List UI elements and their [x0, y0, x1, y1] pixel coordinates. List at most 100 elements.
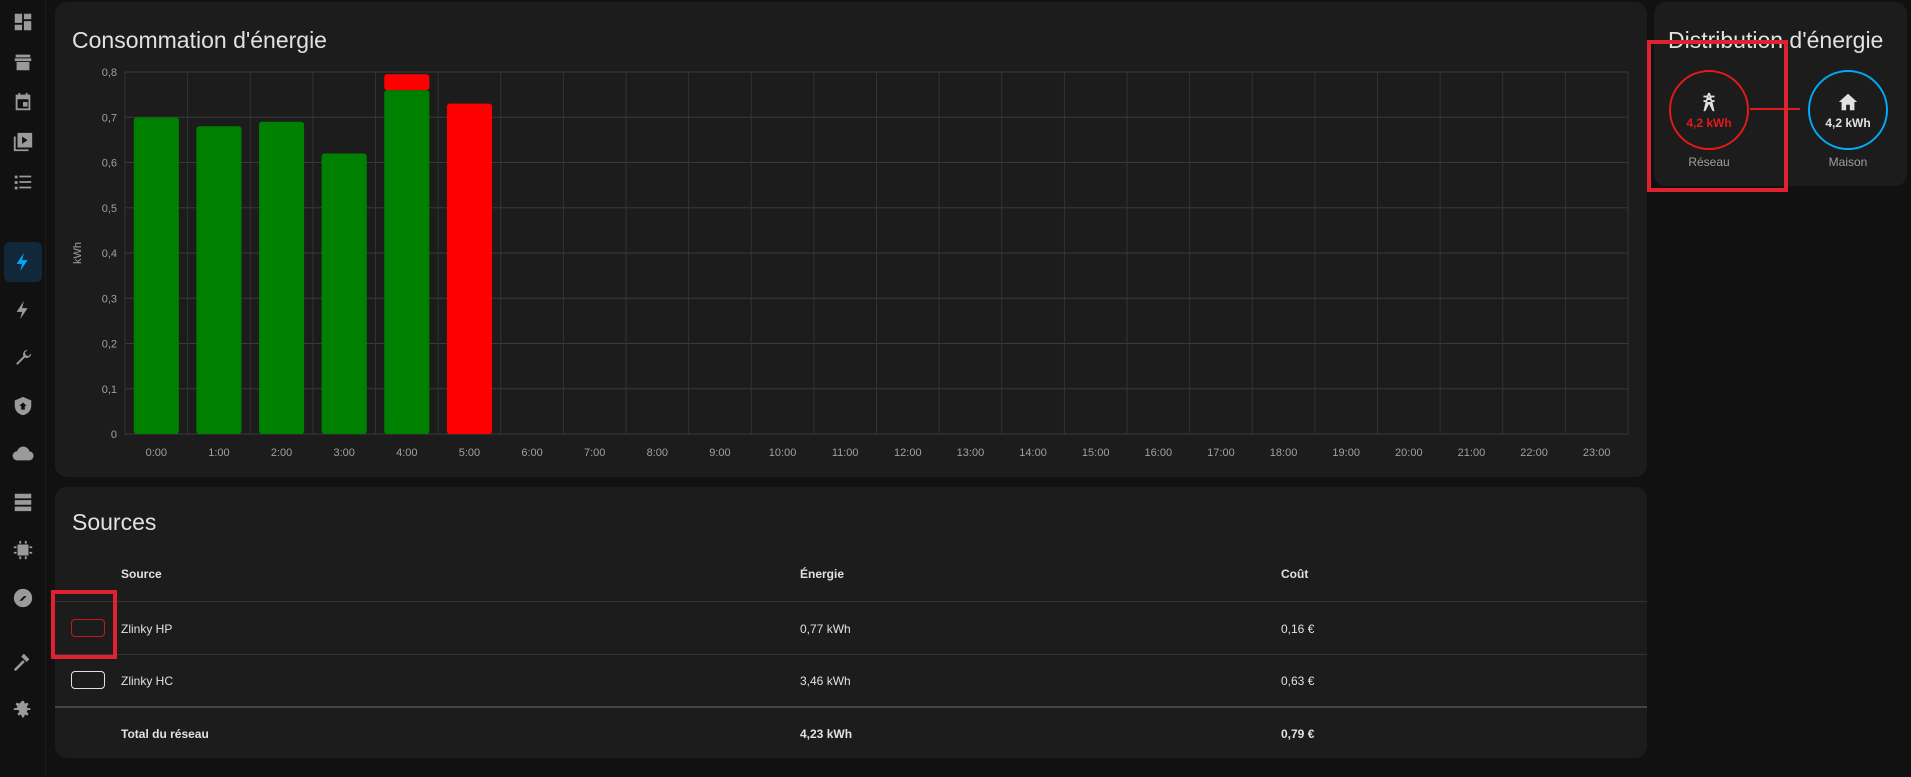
total-cost: 0,79 €	[1281, 727, 1315, 741]
x-tick-label: 4:00	[396, 447, 417, 459]
sidebar-item-zwave[interactable]	[0, 578, 46, 618]
source-energy: 3,46 kWh	[800, 674, 851, 688]
cloud-icon	[12, 446, 34, 461]
home-label: Maison	[1828, 155, 1868, 169]
sidebar-item-overview[interactable]	[0, 2, 46, 42]
x-tick-label: 8:00	[647, 447, 668, 459]
x-tick-label: 19:00	[1332, 447, 1360, 459]
sidebar-item-energy-2[interactable]	[0, 290, 46, 330]
sidebar-item-media[interactable]	[0, 122, 46, 162]
x-tick-label: 6:00	[521, 447, 542, 459]
column-header-cost[interactable]: Coût	[1281, 567, 1308, 581]
energy-distribution-card: Distribution d'énergie 4,2 kWh Réseau 4,…	[1654, 2, 1907, 186]
row-divider	[55, 654, 1647, 655]
sidebar-item-calendar[interactable]	[0, 82, 46, 122]
x-tick-label: 20:00	[1395, 447, 1423, 459]
sidebar-item-settings[interactable]	[0, 690, 46, 730]
x-tick-label: 13:00	[957, 447, 985, 459]
zwave-icon	[13, 588, 33, 608]
source-name: Zlinky HP	[121, 622, 173, 636]
source-energy: 0,77 kWh	[800, 622, 851, 636]
x-tick-label: 5:00	[459, 447, 480, 459]
chip-icon	[13, 540, 33, 560]
x-tick-label: 23:00	[1583, 447, 1611, 459]
x-tick-label: 12:00	[894, 447, 922, 459]
grid-node[interactable]: 4,2 kWh	[1669, 70, 1749, 150]
x-tick-label: 18:00	[1270, 447, 1298, 459]
grid-value: 4,2 kWh	[1686, 115, 1732, 130]
sidebar-item-security[interactable]	[0, 386, 46, 426]
total-divider	[55, 706, 1647, 708]
home-node[interactable]: 4,2 kWh	[1808, 70, 1888, 150]
list-icon	[14, 175, 32, 190]
x-tick-label: 1:00	[208, 447, 229, 459]
gear-icon	[13, 700, 31, 718]
sidebar-item-developer[interactable]	[0, 642, 46, 682]
transmission-tower-icon	[1703, 92, 1715, 111]
x-tick-label: 14:00	[1019, 447, 1047, 459]
home-icon	[1838, 93, 1858, 110]
sources-card: Sources	[55, 487, 1647, 758]
column-header-energy[interactable]: Énergie	[800, 567, 844, 581]
energy-usage-chart: 0 0,1 0,2 0,3 0,4 0,5 0,6 0,7 0,8 0:00 1:00 2:00 3:0…	[72, 67, 1629, 459]
server-icon	[14, 493, 32, 512]
sidebar-item-todo[interactable]	[0, 162, 46, 202]
x-tick-label: 11:00	[832, 447, 859, 459]
energy-usage-card: Consommation d'énergie 0 0,1 0,2 0,3 0,4 0,5 0…	[55, 2, 1647, 477]
bar-segment	[446, 103, 492, 435]
x-tick-label: 7:00	[584, 447, 605, 459]
energy-icon	[16, 252, 28, 272]
x-tick-label: 3:00	[333, 447, 354, 459]
source-cost: 0,16 €	[1281, 622, 1315, 636]
y-tick-label: 0,5	[102, 203, 117, 215]
bar-segment	[384, 74, 430, 91]
x-tick-label: 16:00	[1145, 447, 1173, 459]
store-icon	[14, 54, 32, 71]
source-color-swatch	[71, 619, 105, 637]
bar-segment	[259, 121, 305, 435]
column-header-source[interactable]: Source	[121, 567, 162, 581]
x-tick-label: 22:00	[1520, 447, 1548, 459]
y-tick-label: 0,7	[102, 112, 117, 124]
y-tick-label: 0,4	[102, 248, 117, 260]
x-tick-label: 17:00	[1207, 447, 1235, 459]
dashboard-icon	[14, 13, 32, 31]
sidebar-item-chip[interactable]	[0, 530, 46, 570]
y-tick-label: 0,1	[102, 384, 117, 396]
sidebar-item-energy[interactable]	[4, 242, 42, 282]
total-label: Total du réseau	[121, 727, 209, 741]
lightning-icon	[16, 300, 28, 320]
sidebar-item-cloud[interactable]	[0, 434, 46, 474]
sidebar	[0, 0, 46, 777]
y-tick-label: 0,8	[102, 67, 117, 79]
bar-segment	[133, 117, 179, 434]
y-axis-label: kWh	[72, 242, 84, 264]
x-tick-label: 21:00	[1458, 447, 1486, 459]
sources-title: Sources	[72, 509, 157, 535]
sidebar-item-tools[interactable]	[0, 338, 46, 378]
home-value: 4,2 kWh	[1825, 115, 1871, 130]
distribution-flow-line	[1750, 108, 1800, 110]
sidebar-item-server[interactable]	[0, 482, 46, 522]
y-tick-label: 0,6	[102, 158, 117, 170]
y-tick-label: 0,2	[102, 339, 117, 351]
wrench-icon	[16, 349, 32, 365]
bar-segment	[384, 90, 430, 434]
media-icon	[13, 132, 33, 152]
hammer-icon	[13, 653, 30, 672]
shield-icon	[14, 396, 32, 416]
y-tick-label: 0,3	[102, 293, 117, 305]
sidebar-item-hacs[interactable]	[0, 42, 46, 82]
row-divider	[55, 601, 1647, 602]
source-name: Zlinky HC	[121, 674, 174, 688]
source-cost: 0,63 €	[1281, 674, 1315, 688]
x-tick-label: 10:00	[769, 447, 797, 459]
bar-segment	[196, 126, 242, 435]
x-tick-label: 0:00	[146, 447, 167, 459]
source-color-swatch	[71, 671, 105, 689]
x-tick-label: 2:00	[271, 447, 292, 459]
calendar-icon	[15, 92, 31, 111]
x-tick-label: 15:00	[1082, 447, 1110, 459]
y-tick-label: 0	[111, 429, 117, 441]
total-energy: 4,23 kWh	[800, 727, 853, 741]
